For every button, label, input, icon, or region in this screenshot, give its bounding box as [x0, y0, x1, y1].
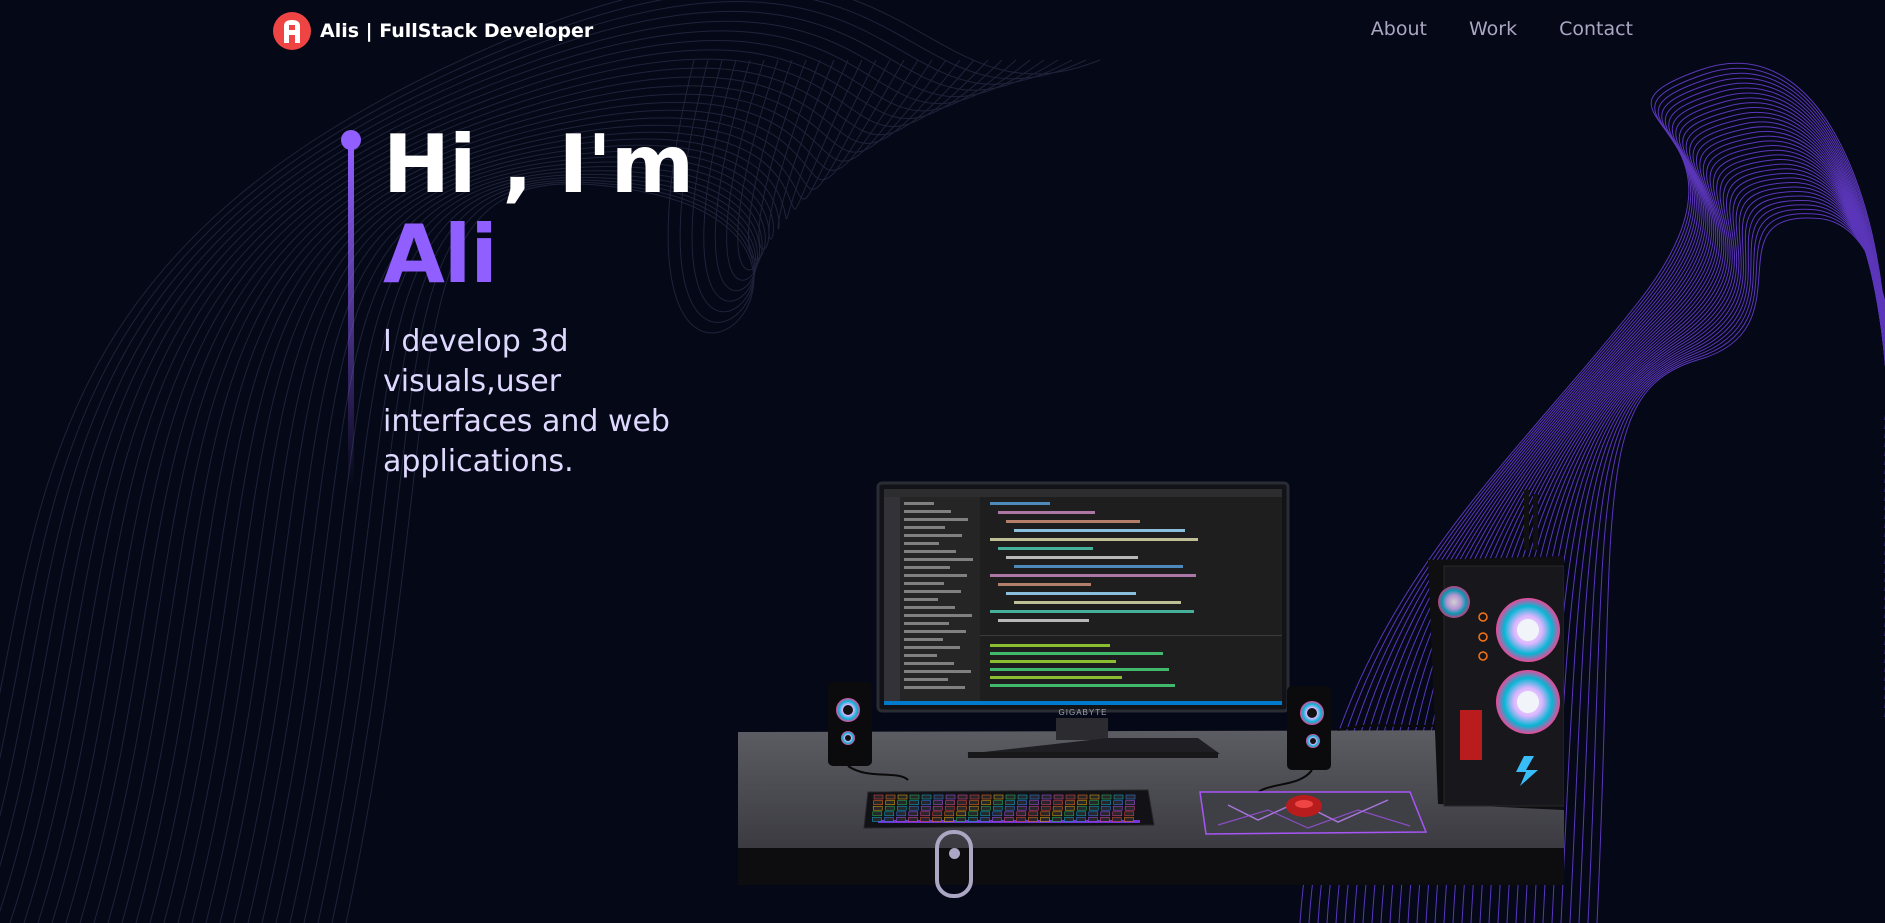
nav-link-about[interactable]: About	[1371, 18, 1427, 40]
accent-dot	[341, 130, 361, 150]
brand-subtitle: | FullStack Developer	[365, 20, 594, 42]
hero-name: Ali	[383, 208, 498, 301]
scroll-ball	[949, 848, 960, 859]
hero-subtitle: I develop 3d visuals,user interfaces and…	[383, 324, 670, 479]
nav-link-contact[interactable]: Contact	[1559, 18, 1633, 40]
hero-heading: Hi , I'm Ali	[383, 118, 694, 301]
brand-link[interactable]: Alis | FullStack Developer	[273, 12, 593, 50]
brand-name: Alis	[320, 20, 360, 42]
hero-section: Hi , I'm Ali I develop 3d visuals,user i…	[0, 0, 1885, 923]
hero-accent-line	[341, 130, 361, 490]
accent-line	[348, 148, 354, 488]
brand-title: Alis | FullStack Developer	[320, 20, 593, 42]
logo-icon	[273, 12, 311, 50]
hero-greeting: Hi , I'm	[383, 118, 694, 211]
nav-links: About Work Contact	[1371, 18, 1633, 40]
mouse-scroll-icon[interactable]	[935, 830, 973, 898]
navbar: Alis | FullStack Developer About Work Co…	[0, 0, 1885, 62]
nav-link-work[interactable]: Work	[1469, 18, 1517, 40]
